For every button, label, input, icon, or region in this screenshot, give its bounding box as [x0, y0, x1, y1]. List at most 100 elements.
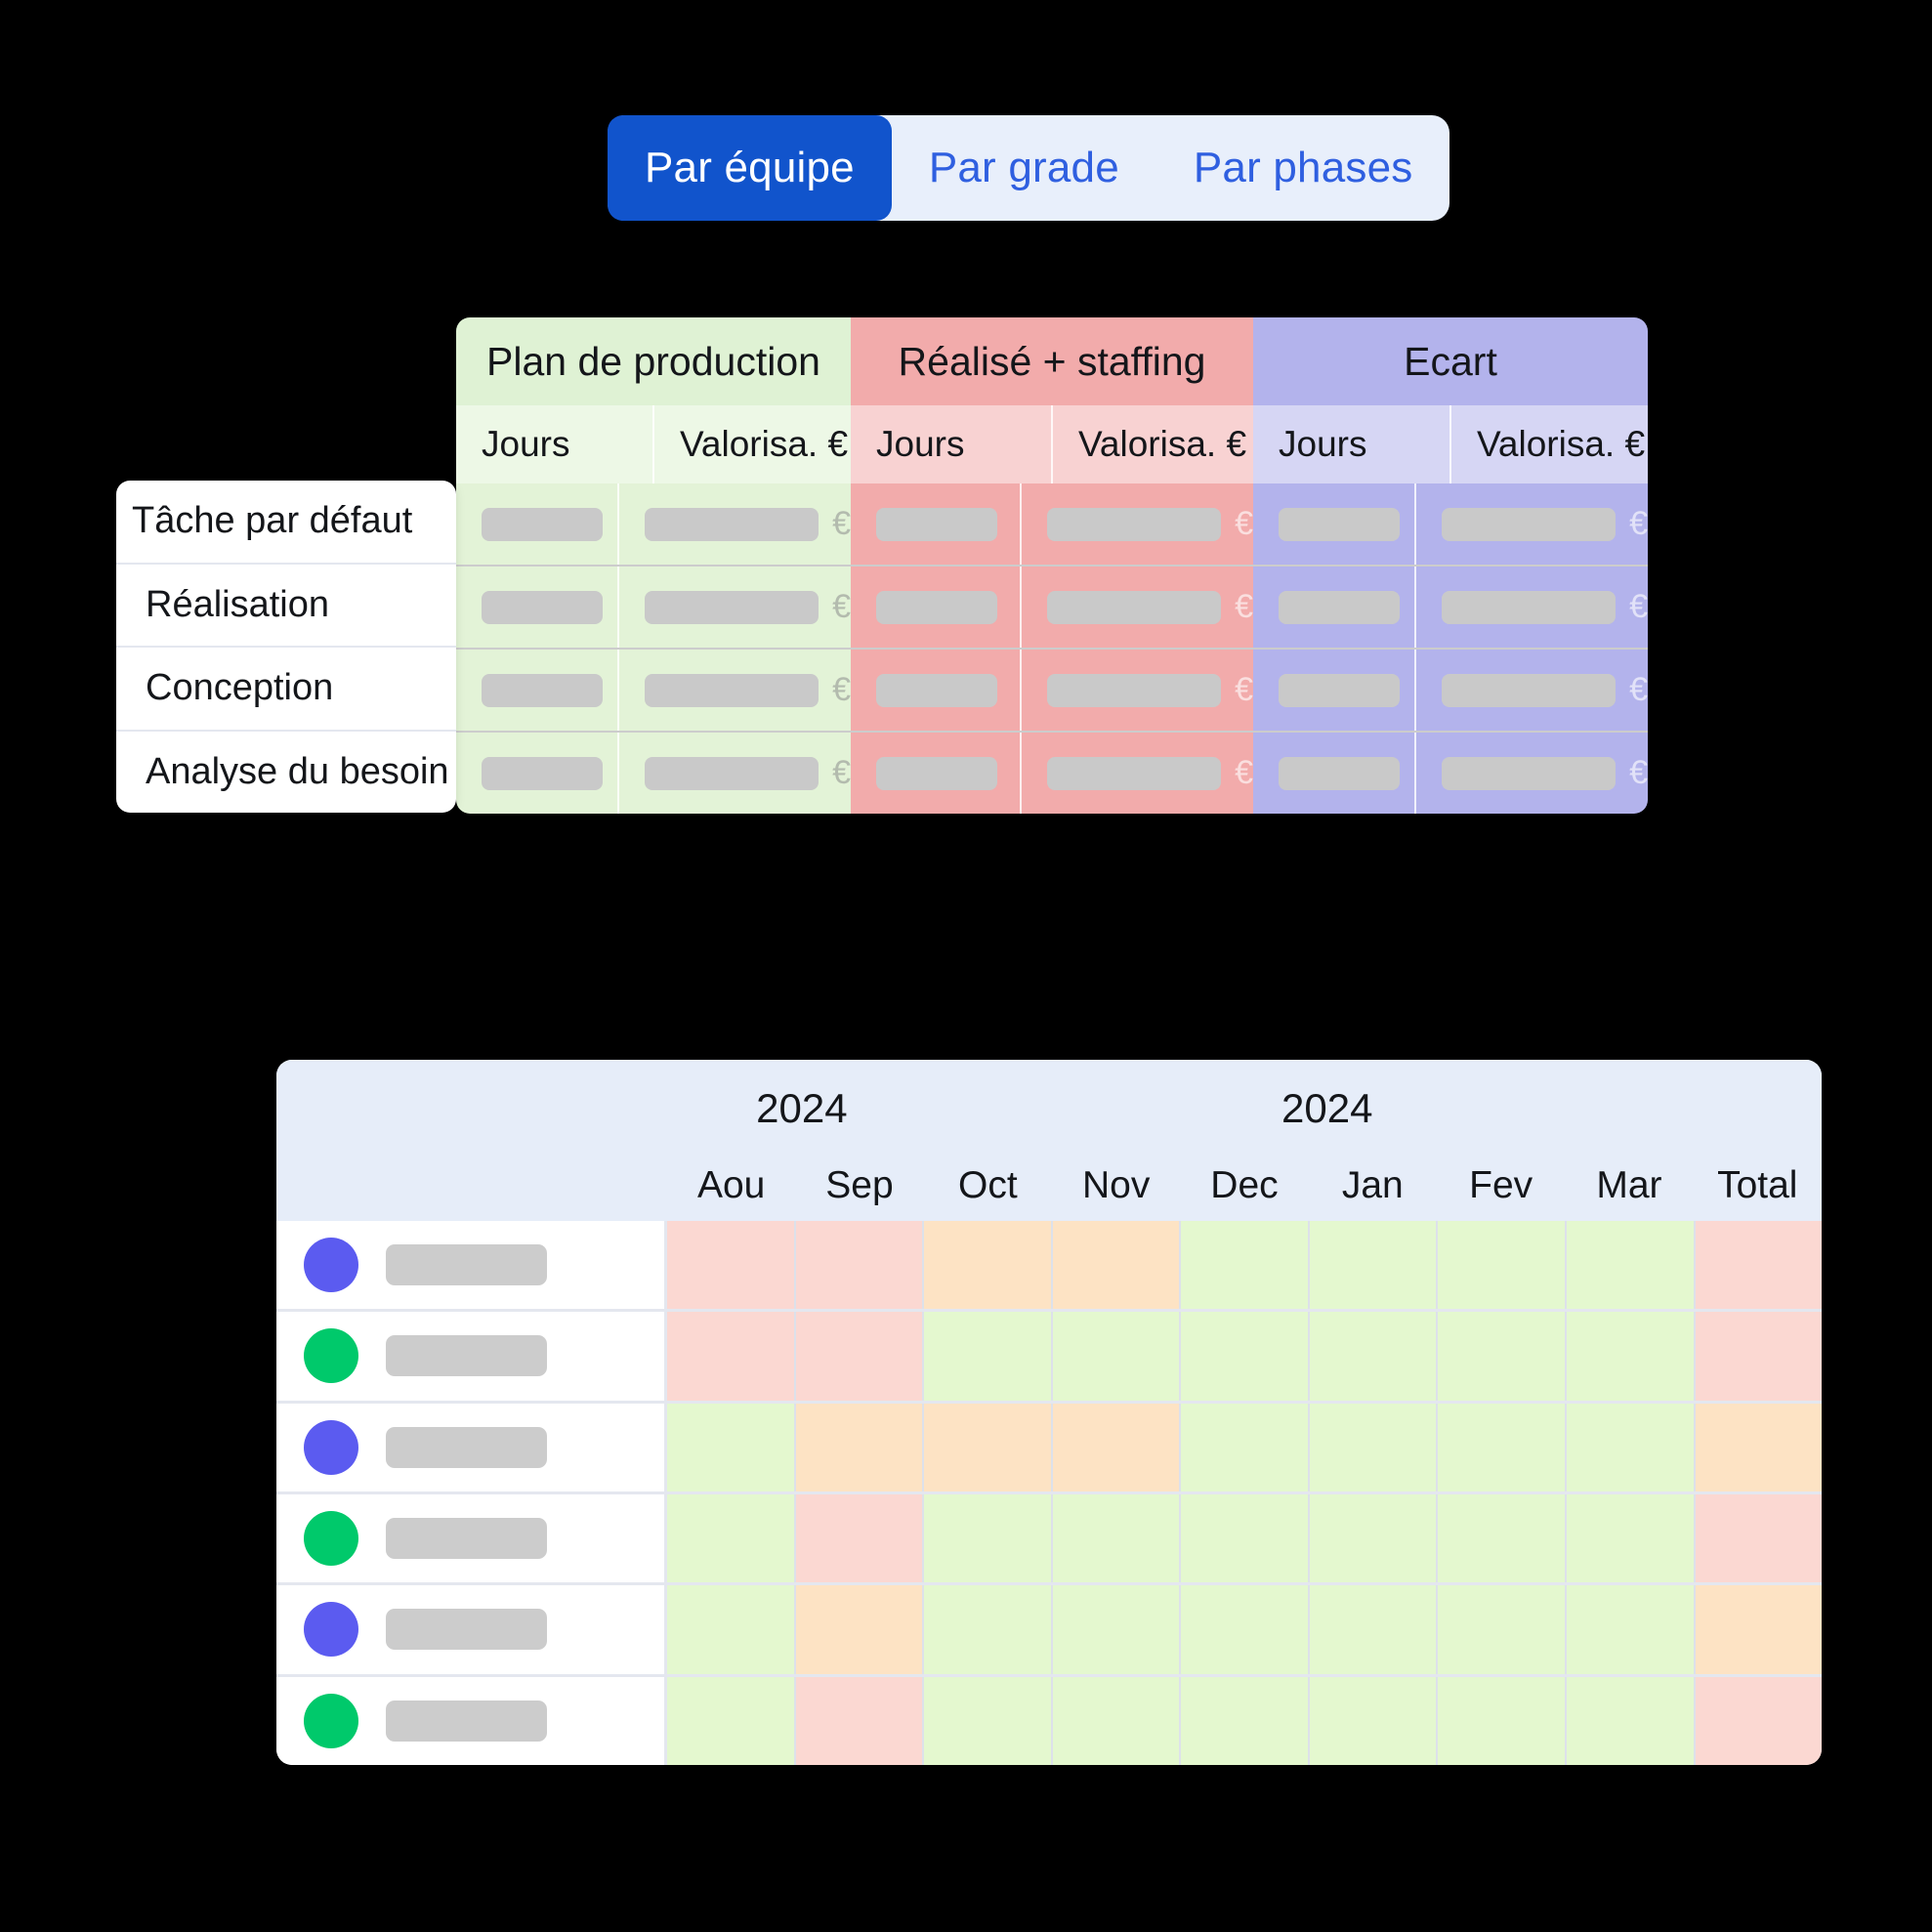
timeline-cell[interactable] — [795, 1221, 925, 1310]
timeline-cell[interactable] — [667, 1676, 796, 1765]
column-header[interactable]: Jours — [1253, 405, 1451, 483]
timeline-month-header[interactable]: Mar — [1565, 1150, 1693, 1221]
timeline-cell[interactable] — [924, 1676, 1053, 1765]
timeline-cell[interactable] — [1695, 1221, 1822, 1310]
timeline-cell[interactable] — [924, 1493, 1053, 1583]
timeline-month-header[interactable]: Dec — [1180, 1150, 1308, 1221]
data-cell[interactable] — [1253, 733, 1417, 814]
tab-par-quipe[interactable]: Par équipe — [608, 115, 892, 221]
timeline-row-label[interactable] — [276, 1312, 667, 1401]
data-cell[interactable]: € — [619, 650, 851, 731]
timeline-cell[interactable] — [924, 1312, 1053, 1401]
data-cell[interactable] — [456, 650, 620, 731]
timeline-cell[interactable] — [795, 1676, 925, 1765]
timeline-cell[interactable] — [1052, 1585, 1182, 1674]
data-cell[interactable] — [851, 733, 1023, 814]
data-cell[interactable] — [1253, 567, 1417, 648]
timeline-cell[interactable] — [1309, 1585, 1439, 1674]
timeline-cell[interactable] — [1181, 1221, 1310, 1310]
timeline-cell[interactable] — [667, 1312, 796, 1401]
data-cell[interactable] — [1253, 650, 1417, 731]
timeline-cell[interactable] — [667, 1221, 796, 1310]
timeline-cell[interactable] — [924, 1585, 1053, 1674]
data-cell[interactable] — [456, 733, 620, 814]
timeline-cell[interactable] — [924, 1221, 1053, 1310]
data-cell[interactable]: € — [1416, 650, 1648, 731]
data-cell[interactable] — [851, 650, 1023, 731]
timeline-cell[interactable] — [1566, 1221, 1696, 1310]
timeline-cell[interactable] — [1566, 1676, 1696, 1765]
data-cell[interactable]: € — [1022, 733, 1253, 814]
timeline-cell[interactable] — [924, 1403, 1053, 1491]
timeline-cell[interactable] — [1438, 1676, 1567, 1765]
data-cell[interactable]: € — [619, 567, 851, 648]
data-cell[interactable]: € — [619, 483, 851, 565]
data-cell[interactable]: € — [1022, 650, 1253, 731]
timeline-cell[interactable] — [667, 1403, 796, 1491]
timeline-cell[interactable] — [1052, 1493, 1182, 1583]
timeline-row-label[interactable] — [276, 1493, 667, 1583]
data-cell[interactable] — [851, 567, 1023, 648]
data-cell[interactable]: € — [1416, 733, 1648, 814]
timeline-cell[interactable] — [1052, 1312, 1182, 1401]
timeline-cell[interactable] — [1181, 1676, 1310, 1765]
timeline-cell[interactable] — [1438, 1221, 1567, 1310]
timeline-cell[interactable] — [1566, 1585, 1696, 1674]
timeline-cell[interactable] — [795, 1312, 925, 1401]
timeline-cell[interactable] — [1309, 1221, 1439, 1310]
timeline-cell[interactable] — [1181, 1585, 1310, 1674]
timeline-cell[interactable] — [667, 1585, 796, 1674]
timeline-row-label[interactable] — [276, 1676, 667, 1765]
timeline-month-header[interactable]: Oct — [924, 1150, 1052, 1221]
timeline-cell[interactable] — [1181, 1403, 1310, 1491]
column-header[interactable]: Jours — [456, 405, 654, 483]
timeline-cell[interactable] — [1566, 1312, 1696, 1401]
timeline-cell[interactable] — [795, 1585, 925, 1674]
column-header[interactable]: Valorisa. € — [1451, 405, 1648, 483]
timeline-cell[interactable] — [667, 1493, 796, 1583]
timeline-cell[interactable] — [1438, 1403, 1567, 1491]
timeline-month-header[interactable]: Jan — [1309, 1150, 1437, 1221]
tab-par-phases[interactable]: Par phases — [1156, 115, 1450, 221]
timeline-cell[interactable] — [1695, 1676, 1822, 1765]
timeline-cell[interactable] — [1438, 1585, 1567, 1674]
data-cell[interactable] — [456, 483, 620, 565]
timeline-cell[interactable] — [1181, 1493, 1310, 1583]
timeline-cell[interactable] — [1052, 1676, 1182, 1765]
timeline-cell[interactable] — [1309, 1312, 1439, 1401]
timeline-month-header[interactable]: Aou — [667, 1150, 795, 1221]
data-cell[interactable]: € — [1416, 483, 1648, 565]
timeline-row-label[interactable] — [276, 1221, 667, 1310]
column-header[interactable]: Valorisa. € — [654, 405, 851, 483]
timeline-cell[interactable] — [1309, 1403, 1439, 1491]
data-cell[interactable] — [851, 483, 1023, 565]
timeline-month-header[interactable]: Sep — [795, 1150, 923, 1221]
column-header[interactable]: Jours — [851, 405, 1053, 483]
column-header[interactable]: Valorisa. € — [1053, 405, 1253, 483]
timeline-cell[interactable] — [1695, 1585, 1822, 1674]
timeline-cell[interactable] — [1566, 1493, 1696, 1583]
timeline-cell[interactable] — [795, 1493, 925, 1583]
data-cell[interactable] — [456, 567, 620, 648]
data-cell[interactable]: € — [619, 733, 851, 814]
timeline-cell[interactable] — [1566, 1403, 1696, 1491]
timeline-cell[interactable] — [1695, 1312, 1822, 1401]
timeline-cell[interactable] — [1438, 1312, 1567, 1401]
timeline-cell[interactable] — [1052, 1403, 1182, 1491]
timeline-month-header[interactable]: Total — [1694, 1150, 1822, 1221]
timeline-row-label[interactable] — [276, 1403, 667, 1491]
task-row-label[interactable]: Réalisation — [116, 565, 456, 648]
task-row-label[interactable]: Analyse du besoin — [116, 732, 456, 814]
task-row-label[interactable]: Tâche par défaut — [116, 481, 456, 565]
timeline-cell[interactable] — [795, 1403, 925, 1491]
data-cell[interactable] — [1253, 483, 1417, 565]
timeline-cell[interactable] — [1438, 1493, 1567, 1583]
timeline-month-header[interactable]: Fev — [1437, 1150, 1565, 1221]
timeline-row-label[interactable] — [276, 1585, 667, 1674]
data-cell[interactable]: € — [1416, 567, 1648, 648]
timeline-cell[interactable] — [1181, 1312, 1310, 1401]
tab-par-grade[interactable]: Par grade — [892, 115, 1156, 221]
data-cell[interactable]: € — [1022, 483, 1253, 565]
timeline-month-header[interactable]: Nov — [1052, 1150, 1180, 1221]
timeline-cell[interactable] — [1309, 1493, 1439, 1583]
